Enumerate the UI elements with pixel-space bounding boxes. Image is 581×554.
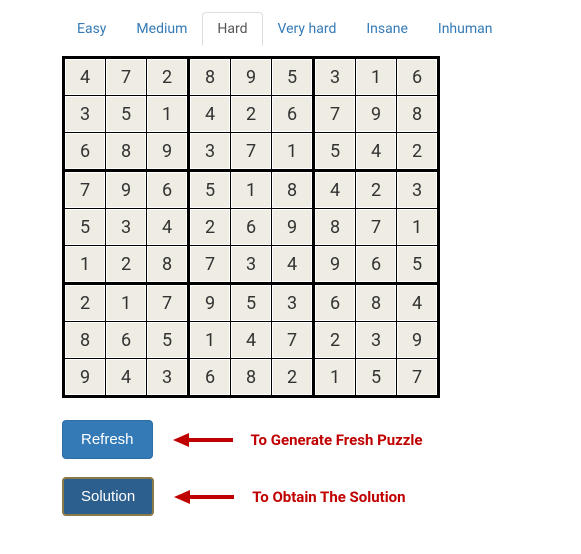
refresh-button[interactable]: Refresh (62, 420, 153, 459)
tab-inhuman[interactable]: Inhuman (423, 12, 508, 46)
cell: 3 (356, 322, 397, 359)
cell: 3 (231, 246, 272, 284)
cell: 1 (64, 246, 106, 284)
cell: 8 (147, 246, 189, 284)
cell: 7 (356, 209, 397, 246)
cell: 3 (106, 209, 147, 246)
arrow-icon (173, 430, 233, 450)
solution-hint: To Obtain The Solution (252, 488, 405, 506)
cell: 5 (356, 359, 397, 397)
cell: 6 (397, 58, 439, 96)
cell: 4 (231, 322, 272, 359)
cell: 7 (147, 284, 189, 322)
cell: 6 (64, 133, 106, 171)
cell: 1 (272, 133, 314, 171)
cell: 5 (314, 133, 356, 171)
cell: 9 (147, 133, 189, 171)
cell: 1 (356, 58, 397, 96)
controls: Refresh To Generate Fresh Puzzle Solutio… (62, 420, 581, 516)
cell: 5 (231, 284, 272, 322)
cell: 5 (272, 58, 314, 96)
cell: 2 (314, 322, 356, 359)
cell: 6 (314, 284, 356, 322)
cell: 4 (147, 209, 189, 246)
tab-very-hard[interactable]: Very hard (263, 12, 352, 46)
cell: 7 (314, 96, 356, 133)
cell: 8 (106, 133, 147, 171)
arrow-icon (174, 487, 234, 507)
cell: 5 (397, 246, 439, 284)
cell: 6 (231, 209, 272, 246)
cell: 6 (189, 359, 231, 397)
cell: 4 (272, 246, 314, 284)
cell: 3 (272, 284, 314, 322)
cell: 1 (314, 359, 356, 397)
cell: 9 (272, 209, 314, 246)
cell: 9 (314, 246, 356, 284)
cell: 9 (189, 284, 231, 322)
cell: 8 (356, 284, 397, 322)
cell: 3 (397, 171, 439, 209)
cell: 1 (106, 284, 147, 322)
cell: 7 (272, 322, 314, 359)
cell: 7 (397, 359, 439, 397)
cell: 8 (189, 58, 231, 96)
difficulty-tabs: EasyMediumHardVery hardInsaneInhuman (62, 12, 581, 46)
cell: 2 (231, 96, 272, 133)
cell: 2 (356, 171, 397, 209)
cell: 5 (64, 209, 106, 246)
cell: 1 (147, 96, 189, 133)
cell: 1 (231, 171, 272, 209)
cell: 4 (189, 96, 231, 133)
cell: 9 (231, 58, 272, 96)
cell: 4 (106, 359, 147, 397)
cell: 3 (189, 133, 231, 171)
cell: 9 (106, 171, 147, 209)
cell: 3 (64, 96, 106, 133)
cell: 6 (106, 322, 147, 359)
cell: 9 (64, 359, 106, 397)
cell: 8 (64, 322, 106, 359)
cell: 2 (147, 58, 189, 96)
cell: 4 (314, 171, 356, 209)
cell: 1 (189, 322, 231, 359)
sudoku-board: 4728953163514267986893715427965184235342… (62, 56, 440, 398)
tab-insane[interactable]: Insane (351, 12, 423, 46)
tab-hard[interactable]: Hard (202, 12, 262, 46)
cell: 7 (64, 171, 106, 209)
cell: 8 (314, 209, 356, 246)
cell: 8 (397, 96, 439, 133)
cell: 7 (189, 246, 231, 284)
cell: 2 (189, 209, 231, 246)
cell: 6 (147, 171, 189, 209)
cell: 2 (64, 284, 106, 322)
cell: 1 (397, 209, 439, 246)
cell: 7 (231, 133, 272, 171)
cell: 5 (147, 322, 189, 359)
cell: 6 (356, 246, 397, 284)
cell: 7 (106, 58, 147, 96)
cell: 9 (397, 322, 439, 359)
cell: 4 (64, 58, 106, 96)
cell: 4 (356, 133, 397, 171)
cell: 6 (272, 96, 314, 133)
solution-button[interactable]: Solution (62, 477, 154, 516)
cell: 9 (356, 96, 397, 133)
cell: 5 (189, 171, 231, 209)
cell: 8 (231, 359, 272, 397)
tab-medium[interactable]: Medium (121, 12, 202, 46)
cell: 5 (106, 96, 147, 133)
cell: 3 (147, 359, 189, 397)
cell: 2 (106, 246, 147, 284)
cell: 8 (272, 171, 314, 209)
cell: 2 (272, 359, 314, 397)
cell: 3 (314, 58, 356, 96)
cell: 4 (397, 284, 439, 322)
tab-easy[interactable]: Easy (62, 12, 121, 46)
refresh-hint: To Generate Fresh Puzzle (251, 431, 423, 449)
cell: 2 (397, 133, 439, 171)
